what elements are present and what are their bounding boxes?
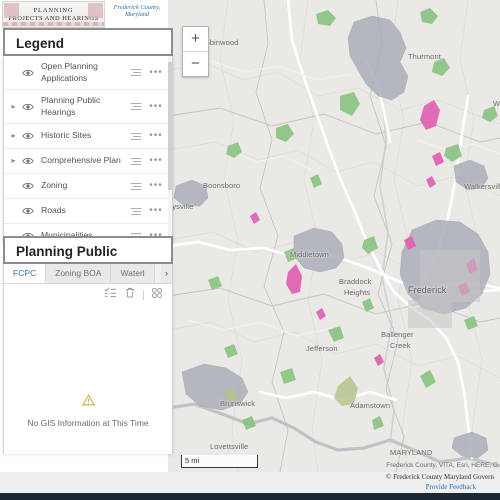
map-label-adamstown: Adamstown bbox=[350, 401, 391, 410]
attribute-panel-body: FCPC Zoning BOA Waterl › No GIS Informat… bbox=[3, 264, 173, 454]
legend-symbology-icon[interactable] bbox=[126, 157, 146, 166]
zoom-in-button[interactable]: + bbox=[183, 27, 208, 52]
legend-symbology-icon[interactable] bbox=[126, 68, 146, 77]
grid-options-icon[interactable] bbox=[151, 286, 163, 304]
empty-state-message: No GIS Information at This Time bbox=[27, 418, 149, 428]
attribute-toolbar[interactable] bbox=[4, 284, 172, 306]
legend-item-menu-button[interactable]: ••• bbox=[146, 156, 166, 166]
tab-next-button[interactable]: › bbox=[161, 264, 172, 283]
legend-list[interactable]: Open Planning Applications ••• ▸ Planning P… bbox=[3, 56, 173, 243]
planning-projects-banner: PLANNING PROJECTS AND HEARINGS bbox=[2, 1, 105, 28]
legend-item-planning-public-hearings[interactable]: ▸ Planning Public Hearings ••• bbox=[4, 90, 172, 124]
legend-symbology-icon[interactable] bbox=[126, 182, 146, 191]
frederick-county-logo[interactable]: Frederick County, Maryland bbox=[108, 4, 166, 18]
clear-selection-trash-icon[interactable] bbox=[124, 286, 136, 304]
legend-symbology-icon[interactable] bbox=[126, 132, 146, 141]
legend-item-label: Planning Public Hearings bbox=[41, 95, 101, 117]
expand-arrow-icon[interactable]: ▸ bbox=[8, 132, 19, 140]
visibility-eye-icon[interactable] bbox=[19, 68, 37, 78]
select-filter-icon[interactable] bbox=[104, 286, 117, 304]
map-vector-layer bbox=[168, 0, 500, 472]
map-label-walkersville: Walkersville bbox=[464, 182, 500, 191]
tab-zoning-boa[interactable]: Zoning BOA bbox=[46, 264, 112, 283]
legend-panel-title: Legend bbox=[3, 28, 173, 56]
stamp-corner-left-icon bbox=[4, 3, 19, 18]
map-basemap bbox=[168, 0, 500, 472]
legend-item-historic-sites[interactable]: ▸ Historic Sites ••• bbox=[4, 124, 172, 149]
legend-item-zoning[interactable]: Zoning ••• bbox=[4, 174, 172, 199]
provide-feedback-link[interactable]: Provide Feedback bbox=[426, 483, 476, 491]
warning-triangle-icon bbox=[81, 394, 95, 406]
footer-copyright: © Frederick County Maryland Govern bbox=[386, 473, 494, 481]
legend-item-menu-button[interactable]: ••• bbox=[146, 206, 166, 216]
legend-item-label: Roads bbox=[41, 205, 66, 216]
map-label-jefferson: Jefferson bbox=[306, 344, 338, 353]
empty-state: No GIS Information at This Time bbox=[4, 394, 172, 431]
stamp-corner-right-icon bbox=[88, 3, 103, 18]
legend-panel: Legend Open Planning Applications ••• ▸ Pla… bbox=[3, 28, 173, 243]
tab-waterl[interactable]: Waterl bbox=[111, 264, 155, 283]
attribute-panel: Planning Public Hearings FCPCZoning BOAW… bbox=[3, 236, 173, 454]
legend-item-label: Zoning bbox=[41, 180, 68, 191]
visibility-eye-icon[interactable] bbox=[19, 102, 37, 112]
app-header: PLANNING PROJECTS AND HEARINGS Frederick… bbox=[0, 0, 168, 28]
map-label-thurmont: Thurmont bbox=[408, 52, 441, 61]
map-attribution: Frederick County, VITA, Esri, HERE, G bbox=[386, 462, 498, 469]
map-label-middletown: Middletown bbox=[290, 250, 329, 259]
legend-item-label: Historic Sites bbox=[41, 130, 92, 141]
visibility-eye-icon[interactable] bbox=[19, 156, 37, 166]
legend-symbology-icon[interactable] bbox=[126, 102, 146, 111]
map-label-brunswick: Brunswick bbox=[220, 399, 256, 408]
legend-item-menu-button[interactable]: ••• bbox=[146, 67, 166, 77]
visibility-eye-icon[interactable] bbox=[19, 206, 37, 216]
map-label-w: W bbox=[493, 99, 500, 108]
legend-symbology-icon[interactable] bbox=[126, 207, 146, 216]
attribute-panel-title: Planning Public Hearings bbox=[3, 236, 173, 286]
map-label-braddock: Braddock bbox=[339, 277, 372, 286]
zoom-out-button[interactable]: − bbox=[183, 52, 208, 76]
gis-application: RobinwoodThurmontWWalkersvilleBoonsborod… bbox=[0, 0, 500, 500]
legend-item-roads[interactable]: Roads ••• bbox=[4, 199, 172, 224]
bottom-taskbar bbox=[0, 493, 500, 500]
legend-scrollbar[interactable] bbox=[168, 56, 172, 242]
stamp-decoration bbox=[3, 22, 104, 26]
legend-item-comprehensive-plan[interactable]: ▸ Comprehensive Plan ••• bbox=[4, 149, 172, 174]
map-label-maryland: MARYLAND bbox=[390, 448, 433, 457]
map-zoom-controls[interactable]: + − bbox=[182, 26, 209, 77]
map-scale-bar: 5 mi bbox=[181, 455, 258, 468]
map-label-creek: Creek bbox=[390, 341, 411, 350]
legend-item-menu-button[interactable]: ••• bbox=[146, 131, 166, 141]
logo-line1: Frederick County, bbox=[113, 4, 161, 11]
legend-item-menu-button[interactable]: ••• bbox=[146, 181, 166, 191]
tab-fcpc[interactable]: FCPC bbox=[4, 264, 47, 283]
legend-item-menu-button[interactable]: ••• bbox=[146, 101, 166, 111]
visibility-eye-icon[interactable] bbox=[19, 181, 37, 191]
map-label-lovettsville: Lovettsville bbox=[210, 442, 249, 451]
expand-arrow-icon[interactable]: ▸ bbox=[8, 157, 19, 165]
logo-line2: Maryland bbox=[125, 12, 149, 18]
legend-item-label: Comprehensive Plan bbox=[41, 155, 121, 166]
map-label-ballenger: Ballenger bbox=[381, 330, 414, 339]
expand-arrow-icon[interactable]: ▸ bbox=[8, 102, 19, 111]
toolbar-divider bbox=[143, 290, 144, 300]
map-canvas[interactable]: RobinwoodThurmontWWalkersvilleBoonsborod… bbox=[168, 0, 500, 472]
legend-item-label: Open Planning Applications bbox=[41, 61, 98, 83]
map-label-frederick: Frederick bbox=[408, 285, 447, 295]
visibility-eye-icon[interactable] bbox=[19, 131, 37, 141]
map-label-heights: Heights bbox=[344, 288, 371, 297]
legend-item-open-planning-applications[interactable]: Open Planning Applications ••• bbox=[4, 56, 172, 90]
attribute-tab-bar[interactable]: FCPC Zoning BOA Waterl › bbox=[4, 264, 172, 284]
map-label-boonsboro: Boonsboro bbox=[203, 181, 241, 190]
